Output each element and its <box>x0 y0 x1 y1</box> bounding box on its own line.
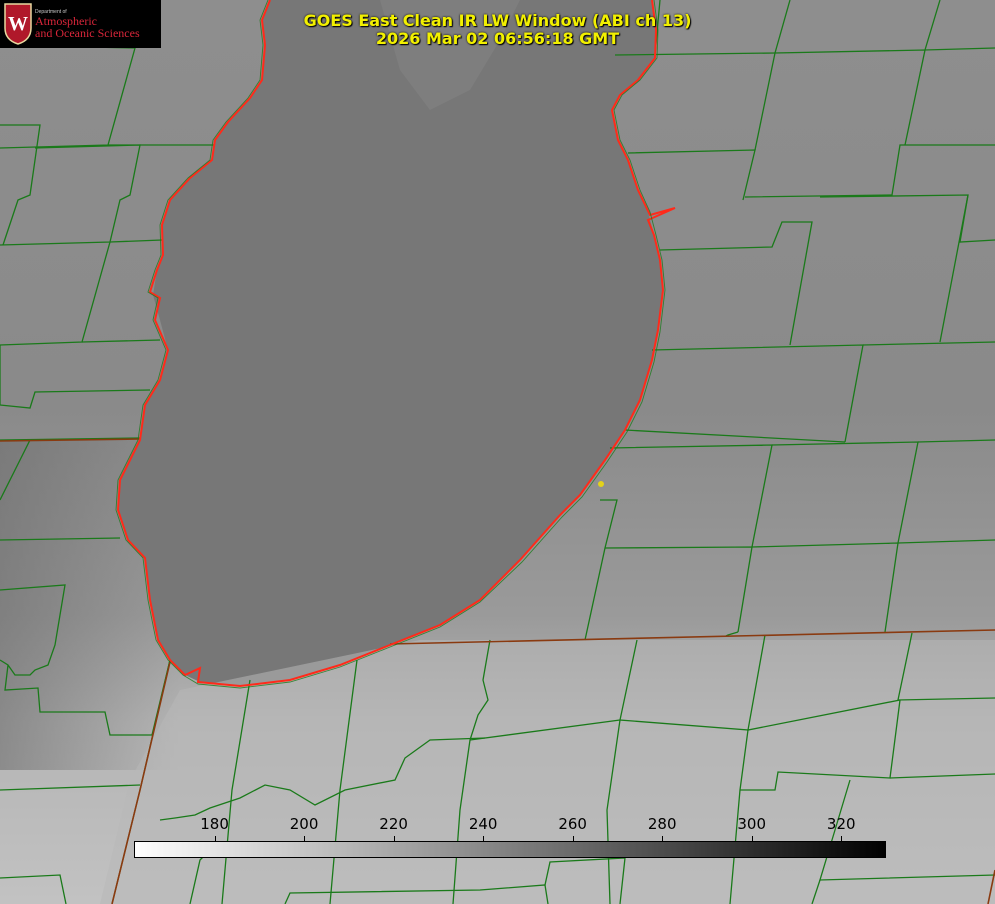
colorbar-tick-mark <box>214 836 216 841</box>
uw-aos-logo: W Department of Atmospheric and Oceanic … <box>0 0 161 48</box>
colorbar-tick-label: 260 <box>558 815 587 833</box>
image-timestamp: 2026 Mar 02 06:56:18 GMT <box>375 29 620 48</box>
colorbar-tick-mark <box>304 836 306 841</box>
colorbar-tick-label: 220 <box>379 815 408 833</box>
colorbar-tick-mark <box>393 836 395 841</box>
uw-crest-icon: W <box>4 3 32 45</box>
colorbar-tick-label: 200 <box>289 815 319 833</box>
yellow-dot-icon <box>598 481 604 487</box>
southern-clouds <box>100 640 995 904</box>
colorbar-tick-label: 280 <box>647 815 677 833</box>
logo-text: Department of Atmospheric and Oceanic Sc… <box>35 9 140 39</box>
colorbar-tick-mark <box>483 836 485 841</box>
crest-letter: W <box>8 13 28 35</box>
colorbar-tick-mark <box>572 836 574 841</box>
colorbar-tick-label: 240 <box>468 815 498 833</box>
colorbar-tick-label: 320 <box>826 815 856 833</box>
colorbar-tick-mark <box>662 836 664 841</box>
colorbar-tick-mark <box>751 836 753 841</box>
image-title: GOES East Clean IR LW Window (ABI ch 13) <box>303 11 692 30</box>
colorbar-tick-mark <box>841 836 843 841</box>
satellite-map <box>0 0 995 904</box>
logo-line2: and Oceanic Sciences <box>35 26 140 40</box>
colorbar <box>134 841 886 858</box>
colorbar-tick-label: 300 <box>737 815 767 833</box>
colorbar-tick-label: 180 <box>200 815 229 833</box>
